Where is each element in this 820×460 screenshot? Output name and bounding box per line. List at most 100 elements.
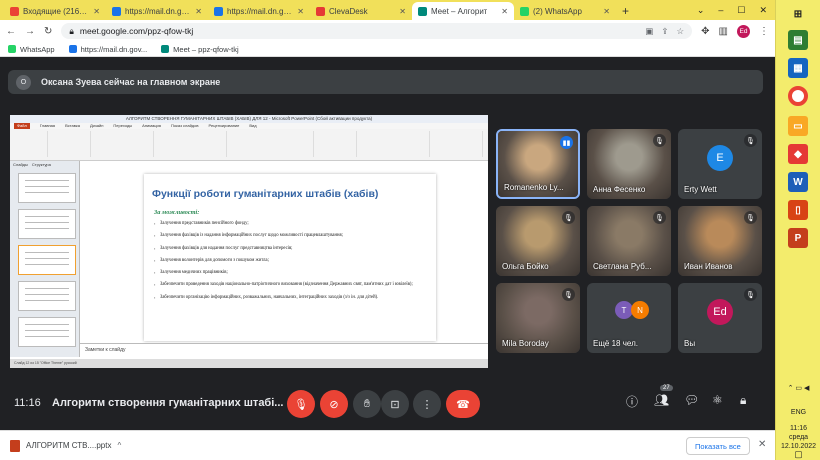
participant-tile[interactable]: 🎙︎ Анна Фесенко [587, 129, 671, 199]
camera-off-button[interactable]: ⊘ [320, 390, 348, 418]
forward-icon[interactable]: → [25, 26, 35, 37]
tab-title: https://mail.dn.gov.u [227, 6, 294, 16]
slide-thumbnail[interactable] [18, 173, 76, 203]
side-panel-icon[interactable]: ▥ [719, 26, 728, 37]
people-icon[interactable]: 👥︎ [654, 393, 669, 407]
host-controls-icon[interactable]: 🔒︎ [740, 393, 746, 408]
camera-in-use-icon[interactable]: ▣ [645, 26, 653, 37]
ribbon-tab[interactable]: Вид [249, 123, 256, 129]
present-screen-button[interactable]: ⊡ [381, 390, 409, 418]
meeting-title: Алгоритм створення гуманітарних штабі... [52, 397, 284, 409]
ribbon-tab[interactable]: Файл [14, 123, 30, 129]
bookmark-item[interactable]: Meet – ppz-qfow-tkj [161, 45, 239, 54]
mic-muted-icon: 🎙︎ [653, 211, 666, 224]
chevron-up-icon[interactable]: ^ [117, 441, 121, 450]
close-tab-icon[interactable]: ✕ [93, 7, 100, 16]
reload-icon[interactable]: ↻ [44, 26, 52, 37]
meeting-details-icon[interactable]: ⓘ [626, 393, 638, 410]
panel-tab-outline[interactable]: Структура [32, 161, 51, 169]
close-tab-icon[interactable]: ✕ [195, 7, 202, 16]
document-app-icon[interactable]: ▦ [788, 58, 808, 78]
leave-call-button[interactable]: ☎︎ [446, 390, 480, 418]
participant-tile[interactable]: E 🎙︎ Erty Wett [678, 129, 762, 199]
bookmark-item[interactable]: https://mail.dn.gov... [68, 45, 147, 54]
activities-icon[interactable]: ⚛ [712, 393, 723, 407]
close-tab-icon[interactable]: ✕ [297, 7, 304, 16]
participant-tile[interactable]: 🎙︎ Иван Иванов [678, 206, 762, 276]
input-language[interactable]: ENG [776, 408, 820, 417]
participant-tile[interactable]: ▮▮ Romanenko Ly... [496, 129, 580, 199]
raise-hand-button[interactable]: ✋︎ [353, 390, 381, 418]
participant-tile[interactable]: 🎙︎ Ольга Бойко [496, 206, 580, 276]
tray-day: среда [788, 434, 809, 441]
browser-tab[interactable]: (2) WhatsApp ✕ [514, 2, 616, 20]
browser-tab[interactable]: ClevaDesk ✕ [310, 2, 412, 20]
profile-avatar[interactable]: Ed [737, 24, 750, 38]
meeting-controls: 11:16 Алгоритм створення гуманітарних шт… [0, 380, 775, 430]
powerpoint-app-icon[interactable]: P [788, 228, 808, 248]
back-icon[interactable]: ← [6, 26, 16, 37]
bookmark-item[interactable]: WhatsApp [8, 45, 55, 54]
participant-tile[interactable]: T N Ещё 18 чел. [587, 283, 671, 353]
bookmark-favicon-icon [68, 45, 77, 53]
ribbon-tab[interactable]: Показ слайдов [171, 123, 199, 129]
show-all-button[interactable]: Показать все [686, 437, 750, 455]
tab-title: https://mail.dn.gov.u [125, 6, 192, 16]
notifications-icon[interactable]: ▢ [776, 450, 820, 459]
download-item[interactable]: АЛГОРИТМ СТВ....pptx ^ [10, 439, 121, 452]
ribbon-tab[interactable]: Анимация [142, 123, 161, 129]
share-icon[interactable]: ⇪ [661, 26, 668, 37]
slide-title: Функції роботи гуманітарних штабів (хабі… [152, 188, 379, 200]
participant-tile[interactable]: 🎙︎ Светлана Руб... [587, 206, 671, 276]
download-filename: АЛГОРИТМ СТВ....pptx [26, 441, 112, 450]
more-options-button[interactable]: ⋮ [413, 390, 441, 418]
participant-tile[interactable]: Ed 🎙︎ Вы [678, 283, 762, 353]
minimize-button[interactable]: – [718, 5, 723, 15]
presenting-text: Оксана Зуева сейчас на главном экране [41, 77, 221, 87]
ribbon-tab[interactable]: Вставка [65, 123, 80, 129]
tab-search-icon[interactable]: ⌄ [697, 5, 705, 16]
start-icon[interactable]: ⊞ [788, 4, 808, 24]
mic-off-button[interactable]: 🎙︎ [287, 390, 315, 418]
tray-time[interactable]: 11:16 [776, 424, 820, 433]
pdf-app-icon[interactable]: ▯ [788, 200, 808, 220]
slide-bullet: Залучення представників пенсійного фонду… [154, 221, 428, 227]
slide-thumbnail[interactable] [18, 317, 76, 347]
close-tab-icon[interactable]: ✕ [501, 7, 508, 16]
participant-tile[interactable]: 🎙︎ Mila Boroday [496, 283, 580, 353]
slide-thumbnail[interactable] [18, 209, 76, 239]
slide-thumbnail[interactable] [18, 281, 76, 311]
panel-tab-slides[interactable]: Слайды [13, 161, 28, 169]
tab-favicon-icon [112, 6, 121, 16]
close-downloads-icon[interactable]: ✕ [758, 439, 766, 450]
slide-thumbnail-selected[interactable] [18, 245, 76, 275]
extensions-icon[interactable]: ✥ [701, 26, 709, 37]
new-tab-button[interactable]: + [616, 2, 635, 20]
bookmark-star-icon[interactable]: ☆ [677, 26, 685, 37]
address-bar[interactable]: 🔒︎ meet.google.com/ppz-qfow-tkj ▣ ⇪ ☆ [61, 23, 693, 39]
ribbon-tab[interactable]: Рецензирование [209, 123, 240, 129]
browser-tab[interactable]: https://mail.dn.gov.u ✕ [208, 2, 310, 20]
word-app-icon[interactable]: W [788, 172, 808, 192]
excel-app-icon[interactable]: ▤ [788, 30, 808, 50]
ribbon-tab[interactable]: Главная [40, 123, 55, 129]
file-explorer-icon[interactable]: ▭ [788, 116, 808, 136]
tab-strip: Входящие (216) - pz✕https://mail.dn.gov.… [0, 0, 775, 20]
tab-title: Meet – Алгорит [431, 6, 488, 16]
slide-notes: Заметки к слайду [80, 343, 488, 358]
system-tray-icons[interactable]: ⌃ ▭ ◀︎ [776, 384, 820, 393]
chat-icon[interactable]: 💬︎ [684, 393, 699, 407]
close-tab-icon[interactable]: ✕ [603, 7, 610, 16]
close-window-button[interactable]: ✕ [759, 5, 767, 16]
maximize-button[interactable]: ☐ [737, 5, 745, 16]
ribbon-tab[interactable]: Переходы [113, 123, 132, 129]
browser-tab[interactable]: https://mail.dn.gov.u ✕ [106, 2, 208, 20]
close-tab-icon[interactable]: ✕ [399, 7, 406, 16]
chrome-app-icon[interactable] [788, 86, 808, 106]
browser-menu-icon[interactable]: ⋮ [759, 26, 769, 37]
participant-name: Вы [684, 339, 696, 348]
browser-tab[interactable]: Meet – Алгорит ✕ [412, 2, 514, 20]
ribbon-tab[interactable]: Дизайн [90, 123, 103, 129]
anydesk-icon[interactable]: ◆ [788, 144, 808, 164]
browser-tab[interactable]: Входящие (216) - pz ✕ [4, 2, 106, 20]
